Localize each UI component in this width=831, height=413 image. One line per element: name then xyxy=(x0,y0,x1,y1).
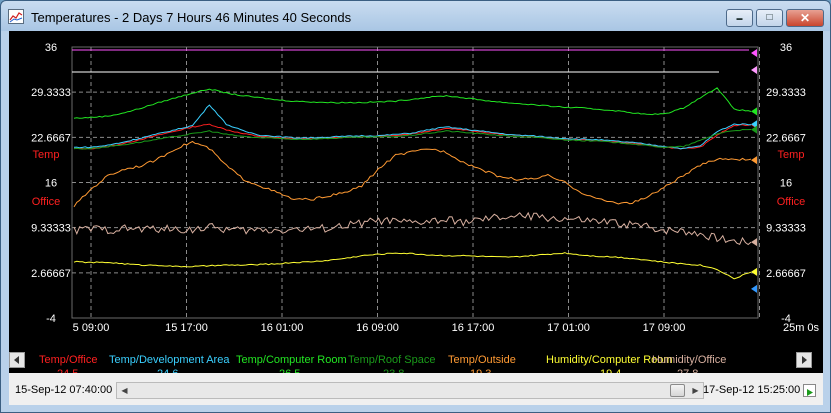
y-axis-label-left: Office xyxy=(32,196,61,208)
x-tick-label: 15 17:00 xyxy=(165,322,208,331)
time-scrollbar[interactable]: ◀ ▶ xyxy=(116,382,704,399)
end-time: 17-Sep-12 15:25:00 xyxy=(703,384,801,396)
y-tick-label-left: 2.66667 xyxy=(31,268,71,280)
series-end-marker xyxy=(751,284,757,293)
series-end-marker xyxy=(751,267,757,276)
title-bar[interactable]: Temperatures - 2 Days 7 Hours 46 Minutes… xyxy=(1,1,830,31)
y-tick-label-right: 29.3333 xyxy=(766,87,806,99)
series-end-marker xyxy=(751,238,757,247)
x-tick-label: 16 09:00 xyxy=(356,322,399,331)
maximize-icon: □ xyxy=(766,12,773,23)
x-tick-label: 17 09:00 xyxy=(643,322,686,331)
y-tick-label-left: 36 xyxy=(45,42,57,54)
play-icon xyxy=(807,389,813,396)
app-window: Temperatures - 2 Days 7 Hours 46 Minutes… xyxy=(0,0,831,413)
series-end-marker xyxy=(751,107,757,116)
start-time: 15-Sep-12 07:40:00 xyxy=(15,384,113,396)
y-tick-label-left: 29.3333 xyxy=(31,87,71,99)
y-tick-label-left: 9.33333 xyxy=(31,223,71,235)
series-line xyxy=(73,104,751,150)
y-tick-label-right: 16 xyxy=(780,178,792,190)
legend-name-humidity-office[interactable]: Humidity/Office xyxy=(652,354,726,366)
arrow-right-icon xyxy=(802,356,807,364)
chart-app-icon xyxy=(8,9,24,24)
time-range-bar: 15-Sep-12 07:40:00 ◀ ▶ 17-Sep-12 15:25:0… xyxy=(9,373,823,405)
scroll-thumb[interactable] xyxy=(670,384,685,397)
y-tick-label-right: 9.33333 xyxy=(766,223,806,235)
series-end-marker xyxy=(751,49,757,57)
legend-scroll-right-button[interactable] xyxy=(796,352,812,368)
series-line xyxy=(73,140,752,208)
x-tick-label: 16 01:00 xyxy=(261,322,304,331)
series-line xyxy=(73,252,752,280)
y-tick-label-left: 16 xyxy=(45,178,57,190)
chart-plot[interactable]: 36 36 29.3333 29.3333 22.6667 22.6667 16 16 9.33… xyxy=(9,31,823,331)
x-tick-label: 5 09:00 xyxy=(73,322,110,331)
y-tick-label-right: 2.66667 xyxy=(766,268,806,280)
x-tick-label: 16 17:00 xyxy=(452,322,495,331)
legend-scroll-left-button[interactable] xyxy=(9,352,25,368)
minimize-button[interactable]: ▬ xyxy=(726,9,753,27)
legend-name-temp-outside[interactable]: Temp/Outside xyxy=(448,354,516,366)
y-tick-label-left: -4 xyxy=(46,313,56,325)
x-axis-span-label: 25m 0s xyxy=(783,322,820,331)
y-axis-label-right: Office xyxy=(777,196,806,208)
legend-name-temp-roof-space[interactable]: Temp/Roof Space xyxy=(348,354,435,366)
scroll-right-icon[interactable]: ▶ xyxy=(688,383,703,398)
arrow-left-icon xyxy=(14,356,19,364)
line-chart[interactable]: 36 36 29.3333 29.3333 22.6667 22.6667 16 16 9.33… xyxy=(9,31,823,331)
series-line xyxy=(73,128,752,150)
maximize-button[interactable]: □ xyxy=(756,9,783,27)
legend: Temp/Office 24.5 Temp/Development Area 2… xyxy=(9,331,823,380)
scroll-left-icon[interactable]: ◀ xyxy=(117,383,132,398)
minimize-icon: ▬ xyxy=(736,16,743,22)
series-end-marker xyxy=(751,156,757,165)
legend-name-temp-development-area[interactable]: Temp/Development Area xyxy=(109,354,229,366)
x-tick-label: 17 01:00 xyxy=(547,322,590,331)
y-tick-label-right: 22.6667 xyxy=(766,132,806,144)
y-tick-label-right: 36 xyxy=(780,42,792,54)
chart-client-area: 36 36 29.3333 29.3333 22.6667 22.6667 16 16 9.33… xyxy=(9,31,823,405)
legend-name-temp-computer-room[interactable]: Temp/Computer Room xyxy=(236,354,347,366)
series-line xyxy=(73,211,752,246)
series-end-marker xyxy=(751,66,757,74)
close-icon: ✕ xyxy=(799,11,811,25)
y-axis-label-right: Temp xyxy=(778,149,805,161)
play-button[interactable] xyxy=(803,384,816,397)
y-axis-label-left: Temp xyxy=(33,149,60,161)
window-title: Temperatures - 2 Days 7 Hours 46 Minutes… xyxy=(31,10,352,25)
y-tick-label-left: 22.6667 xyxy=(31,132,71,144)
close-button[interactable]: ✕ xyxy=(786,9,824,27)
legend-name-temp-office[interactable]: Temp/Office xyxy=(39,354,98,366)
